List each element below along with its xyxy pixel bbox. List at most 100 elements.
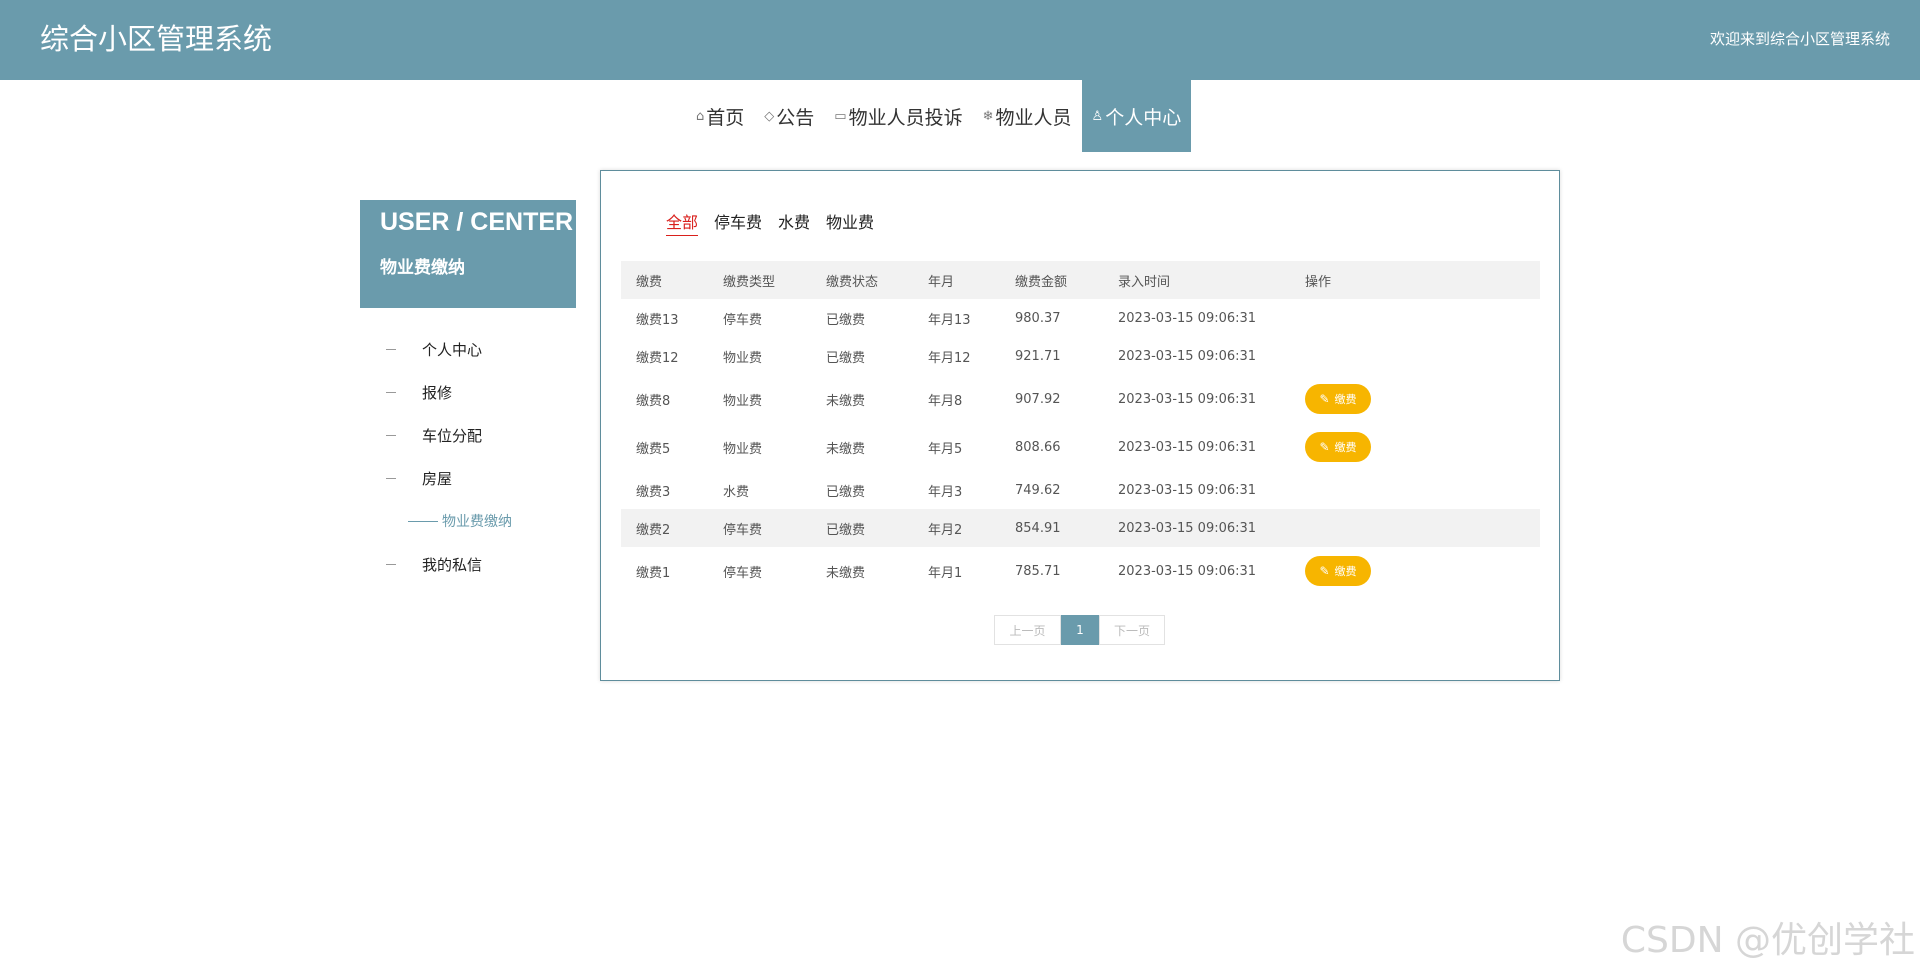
cell-amount: 749.62: [1015, 482, 1061, 498]
cell-type: 物业费: [723, 441, 763, 457]
snowflake-icon: ❄: [982, 108, 994, 124]
table-row: 缴费2 停车费 已缴费 年月2 854.91 2023-03-15 09:06:31: [621, 509, 1540, 547]
cell-action: ✎ 缴费: [1290, 375, 1540, 423]
cell-time: 2023-03-15 09:06:31: [1103, 509, 1290, 547]
table-row: 缴费13 停车费 已缴费 年月13 980.37 2023-03-15 09:06:31: [621, 299, 1540, 337]
sidebar-title-en: USER / CENTER: [380, 208, 574, 236]
tab-2[interactable]: 水费: [778, 211, 810, 236]
cell-type: 停车费: [708, 509, 811, 547]
pencil-icon: ✎: [1319, 440, 1330, 454]
welcome-text: 欢迎来到综合小区管理系统: [1709, 30, 1890, 48]
filter-tabs: 全部 停车费 水费 物业费: [666, 211, 874, 236]
nav-item-label: 个人中心: [1105, 106, 1182, 129]
cell-name: 缴费8: [636, 393, 671, 409]
sidebar-menu: 个人中心报修 车位分配房屋物业费缴纳我的私信: [360, 330, 576, 588]
cell-amount: 907.92: [1015, 391, 1061, 407]
table-header-row: 缴费 缴费类型 缴费状态 年月 缴费金额 录入时间 操作: [621, 261, 1540, 299]
cell-action: [1290, 509, 1540, 547]
nav-item-3[interactable]: ❄ 物业人员: [973, 80, 1082, 152]
cell-amount: 854.91: [1000, 509, 1103, 547]
cell-month: 年月1: [928, 565, 963, 581]
tab-1[interactable]: 停车费: [714, 211, 762, 236]
sidebar-item-5[interactable]: 我的私信: [360, 545, 576, 588]
cell-name: 缴费1: [636, 565, 671, 581]
pagination: 上一页 1 下一页: [994, 615, 1165, 645]
pay-button[interactable]: ✎ 缴费: [1305, 556, 1371, 586]
cell-type: 物业费: [723, 393, 763, 409]
cell-month: 年月5: [928, 441, 963, 457]
cell-time: 2023-03-15 09:06:31: [1118, 348, 1257, 364]
nav-item-2[interactable]: ▭ 物业人员投诉: [824, 80, 972, 152]
cell-name: 缴费13: [636, 312, 679, 328]
cell-type: 停车费: [723, 312, 763, 328]
column-header: 缴费类型: [708, 261, 811, 299]
nav-item-label: 物业人员: [995, 106, 1072, 129]
cell-action: [1290, 337, 1540, 375]
cell-status: 已缴费: [811, 509, 913, 547]
nav-item-1[interactable]: ◇ 公告: [754, 80, 824, 152]
table-row: 缴费8 物业费 未缴费 年月8 907.92 2023-03-15 09:06:31 ✎ 缴费: [621, 375, 1540, 423]
sidebar-item-1[interactable]: 报修: [360, 373, 576, 416]
tag-icon: ◇: [764, 108, 775, 124]
cell-month: 年月12: [928, 350, 971, 366]
dash-icon: [386, 435, 396, 436]
cell-time: 2023-03-15 09:06:31: [1118, 563, 1257, 579]
table-row: 缴费3 水费 已缴费 年月3 749.62 2023-03-15 09:06:31: [621, 471, 1540, 509]
sidebar-item-label: 个人中心: [422, 341, 483, 359]
cell-status: 已缴费: [826, 312, 866, 328]
cell-amount: 785.71: [1015, 563, 1061, 579]
tab-0[interactable]: 全部: [666, 211, 699, 236]
column-header: 年月: [913, 261, 1000, 299]
home-icon: ⌂: [696, 108, 705, 124]
payment-table: 缴费 缴费类型 缴费状态 年月 缴费金额 录入时间 操作 缴费13 停车费 已缴费 年月13 980…: [621, 261, 1540, 595]
cell-action: [1290, 471, 1540, 509]
column-header: 缴费状态: [811, 261, 913, 299]
pay-button-label: 缴费: [1334, 394, 1357, 406]
pay-button[interactable]: ✎ 缴费: [1305, 384, 1371, 414]
cell-type: 水费: [723, 484, 750, 500]
dash-icon: [386, 392, 396, 393]
cell-status: 未缴费: [826, 393, 866, 409]
sidebar-header: USER / CENTER 物业费缴纳: [360, 200, 576, 308]
cell-status: 未缴费: [826, 441, 866, 457]
cell-amount: 921.71: [1015, 348, 1061, 364]
cell-name: 缴费5: [636, 441, 671, 457]
sidebar-item-label: 我的私信: [422, 556, 483, 574]
cell-status: 已缴费: [826, 484, 866, 500]
cell-status: 已缴费: [826, 350, 866, 366]
dash-icon: [386, 478, 396, 479]
pay-button-label: 缴费: [1334, 566, 1357, 578]
page-number-button[interactable]: 1: [1061, 615, 1099, 645]
tab-3[interactable]: 物业费: [826, 211, 874, 236]
clipboard-icon: ▭: [834, 108, 847, 124]
column-header: 操作: [1290, 261, 1540, 299]
site-logo-title[interactable]: 综合小区管理系统: [40, 20, 272, 58]
top-header-bar: 综合小区管理系统 欢迎来到综合小区管理系统: [0, 0, 1920, 80]
next-page-button[interactable]: 下一页: [1099, 615, 1165, 645]
sidebar-item-label: 物业费缴纳: [442, 514, 512, 530]
prev-page-button[interactable]: 上一页: [994, 615, 1061, 645]
cell-type: 物业费: [723, 350, 763, 366]
nav-item-4[interactable]: ♙ 个人中心: [1081, 80, 1192, 152]
sidebar-title-cn: 物业费缴纳: [380, 258, 465, 278]
dash-icon: [408, 521, 438, 522]
sidebar-item-3[interactable]: 房屋: [360, 459, 576, 502]
nav-item-0[interactable]: ⌂ 首页: [686, 80, 754, 152]
cell-status: 未缴费: [826, 565, 866, 581]
pencil-icon: ✎: [1319, 392, 1330, 406]
cell-month: 年月8: [928, 393, 963, 409]
column-header: 缴费: [621, 261, 708, 299]
sidebar-item-0[interactable]: 个人中心: [360, 330, 576, 373]
sidebar-item-2[interactable]: 车位分配: [360, 416, 576, 459]
dash-icon: [386, 564, 396, 565]
main-nav: ⌂ 首页 ◇ 公告 ▭ 物业人员投诉 ❄ 物业人员 ♙ 个人中心: [0, 80, 1920, 152]
pay-button[interactable]: ✎ 缴费: [1305, 432, 1371, 462]
sidebar-item-4[interactable]: 物业费缴纳: [360, 502, 576, 545]
cell-action: ✎ 缴费: [1290, 547, 1540, 595]
cell-time: 2023-03-15 09:06:31: [1118, 391, 1257, 407]
sidebar-item-label: 房屋: [422, 470, 453, 488]
nav-item-label: 首页: [706, 106, 745, 129]
table-row: 缴费1 停车费 未缴费 年月1 785.71 2023-03-15 09:06:31 ✎ 缴费: [621, 547, 1540, 595]
column-header: 录入时间: [1103, 261, 1290, 299]
column-header: 缴费金额: [1000, 261, 1103, 299]
